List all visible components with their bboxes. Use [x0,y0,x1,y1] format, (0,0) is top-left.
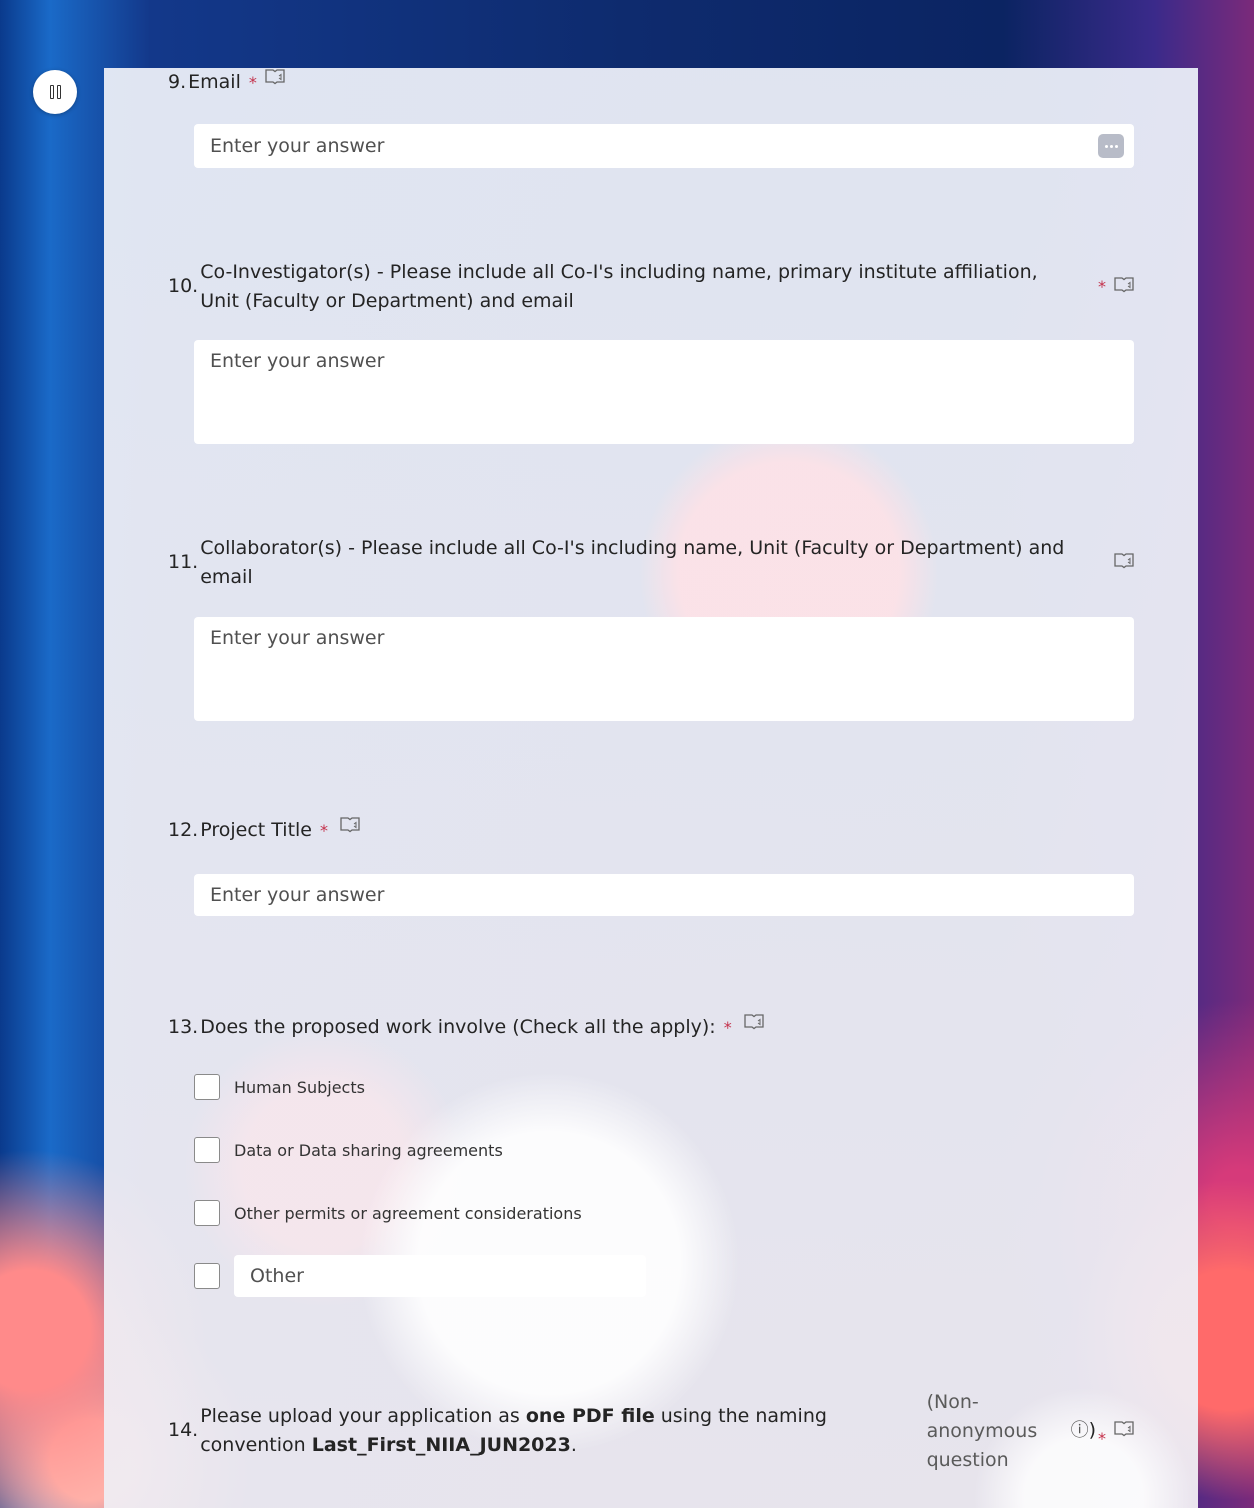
more-options-icon[interactable] [1098,134,1124,158]
checkbox[interactable] [194,1074,220,1100]
project-title-input[interactable]: Enter your answer [194,874,1134,916]
pause-icon-bar-right [56,85,61,99]
question-12: 12. Project Title * [168,816,1134,845]
checkbox-option-human-subjects[interactable]: Human Subjects [194,1074,365,1100]
immersive-reader-icon[interactable] [1114,276,1134,294]
question-number: 9. [168,71,187,93]
required-mark: * [1098,1429,1106,1448]
checkbox-option-data-sharing[interactable]: Data or Data sharing agreements [194,1137,503,1163]
info-icon[interactable]: ⓘ [1071,1388,1089,1445]
question-text-part: Please upload your application as [200,1405,526,1427]
question-text-bold: Last_First_NIIA_JUN2023 [311,1434,571,1456]
immersive-reader-icon[interactable] [1114,1420,1134,1438]
project-title-placeholder: Enter your answer [210,884,385,906]
question-number: 11. [168,551,199,573]
email-input-placeholder: Enter your answer [210,135,385,157]
question-10-title: 10. Co-Investigator(s) - Please include … [168,258,1134,316]
question-number: 12. [168,819,199,841]
required-mark: * [1098,277,1106,296]
question-14: 14. Please upload your application as on… [168,1388,1134,1475]
pause-button[interactable] [33,70,77,114]
required-mark: * [248,73,257,92]
question-12-title: 12. Project Title * [168,816,1134,845]
question-13: 13. Does the proposed work involve (Chec… [168,1013,1134,1042]
question-11: 11. Collaborator(s) - Please include all… [168,534,1134,592]
option-label: Human Subjects [234,1077,365,1097]
co-investigators-placeholder: Enter your answer [210,350,385,372]
required-mark: * [319,821,328,840]
form-card: 9. Email * Enter your answer 10. Co-Inve… [104,68,1198,1508]
collaborators-input[interactable]: Enter your answer [194,617,1134,721]
option-label: Other permits or agreement consideration… [234,1203,582,1223]
question-text: Collaborator(s) - Please include all Co-… [200,537,1065,588]
checkbox-option-other-permits[interactable]: Other permits or agreement consideration… [194,1200,582,1226]
immersive-reader-icon[interactable] [1114,552,1134,570]
question-14-title: 14. Please upload your application as on… [168,1388,1134,1475]
question-text-bold: one PDF file [525,1405,655,1427]
question-text: Project Title [200,819,312,841]
pause-icon-bar-left [49,85,54,99]
immersive-reader-icon[interactable] [744,1013,764,1031]
question-13-title: 13. Does the proposed work involve (Chec… [168,1013,1134,1042]
email-input[interactable]: Enter your answer [194,124,1134,168]
checkbox[interactable] [194,1137,220,1163]
other-text-input[interactable]: Other [234,1255,646,1297]
checkbox[interactable] [194,1200,220,1226]
close-paren: ) [1088,1419,1096,1441]
question-text: Email [188,71,241,93]
collaborators-placeholder: Enter your answer [210,627,385,649]
question-text-part: . [570,1434,577,1456]
question-number: 10. [168,275,199,297]
option-label: Data or Data sharing agreements [234,1140,503,1160]
immersive-reader-icon[interactable] [265,68,285,86]
question-text: Does the proposed work involve (Check al… [200,1016,716,1038]
immersive-reader-icon[interactable] [340,816,360,834]
question-9: 9. Email * [168,68,1134,97]
checkbox-option-other[interactable]: Other [194,1255,646,1297]
question-9-title: 9. Email * [168,68,1134,97]
question-11-title: 11. Collaborator(s) - Please include all… [168,534,1134,592]
other-placeholder: Other [250,1265,304,1287]
required-mark: * [723,1018,732,1037]
question-number: 14. [168,1419,199,1441]
question-text: Please upload your application as one PD… [200,1388,886,1460]
question-10: 10. Co-Investigator(s) - Please include … [168,258,1134,316]
co-investigators-input[interactable]: Enter your answer [194,340,1134,444]
question-text: Co-Investigator(s) - Please include all … [200,261,1038,312]
question-number: 13. [168,1016,199,1038]
non-anonymous-label: (Non-anonymous question [926,1391,1038,1471]
checkbox[interactable] [194,1263,220,1289]
